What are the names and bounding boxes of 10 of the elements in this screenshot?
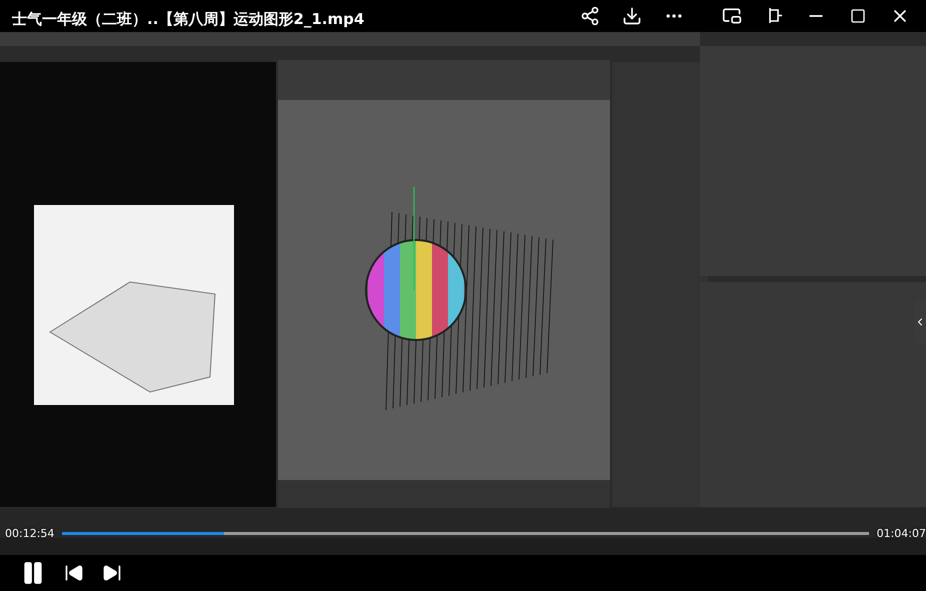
maximize-icon[interactable] xyxy=(850,8,866,24)
download-icon[interactable] xyxy=(622,6,642,26)
progress-track[interactable] xyxy=(62,532,869,534)
picture-in-picture-icon[interactable] xyxy=(722,6,742,26)
share-icon[interactable] xyxy=(580,6,600,26)
current-time: 00:12:54 xyxy=(5,526,54,540)
duration-time: 01:04:07 xyxy=(876,526,926,540)
window-title: 士气一年级（二班）..【第八周】运动图形2_1.mp4 xyxy=(12,8,366,28)
previous-icon[interactable] xyxy=(64,563,84,583)
next-icon[interactable] xyxy=(102,563,122,583)
